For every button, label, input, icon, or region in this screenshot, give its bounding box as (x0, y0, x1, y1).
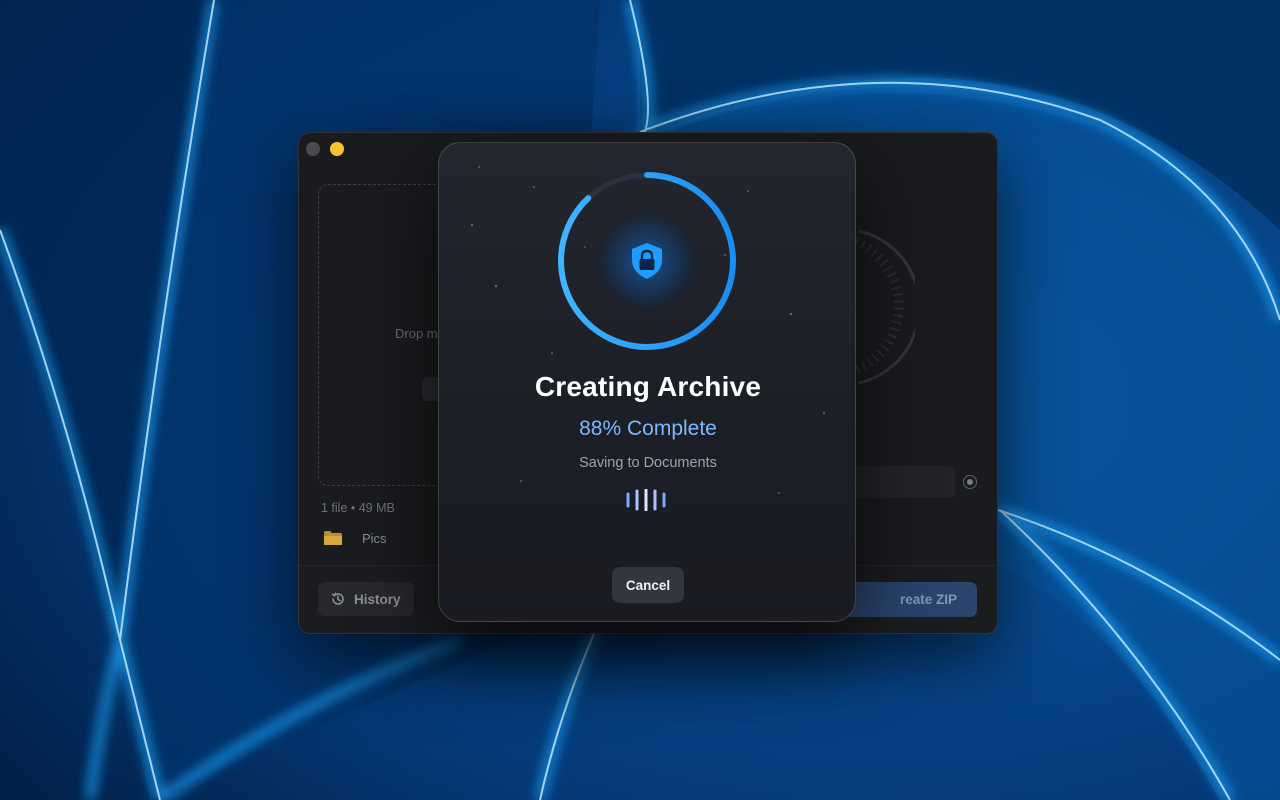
progress-subtitle: Saving to Documents (579, 455, 717, 471)
progress-dialog: Creating Archive 88% Complete Saving to … (438, 142, 856, 622)
history-label: History (354, 591, 401, 607)
progress-ring (558, 172, 736, 350)
folder-icon (324, 531, 342, 545)
window-close-button[interactable] (306, 142, 320, 156)
dialog-title: Creating Archive (534, 371, 762, 402)
option-radio[interactable] (963, 475, 977, 489)
destination-folder[interactable]: Pics (323, 530, 387, 546)
cancel-button[interactable]: Cancel (612, 567, 684, 603)
folder-label: Pics (362, 530, 387, 546)
archive-name-field[interactable] (839, 466, 955, 498)
window-minimize-button[interactable] (330, 142, 344, 156)
history-button[interactable]: History (318, 582, 414, 616)
drop-zone-text: Drop m (395, 326, 438, 341)
progress-percent-text: 88% Complete (579, 417, 717, 440)
file-info-text: 1 file • 49 MB (321, 501, 395, 515)
activity-bars-icon (626, 489, 666, 511)
clock-history-icon (331, 592, 344, 605)
